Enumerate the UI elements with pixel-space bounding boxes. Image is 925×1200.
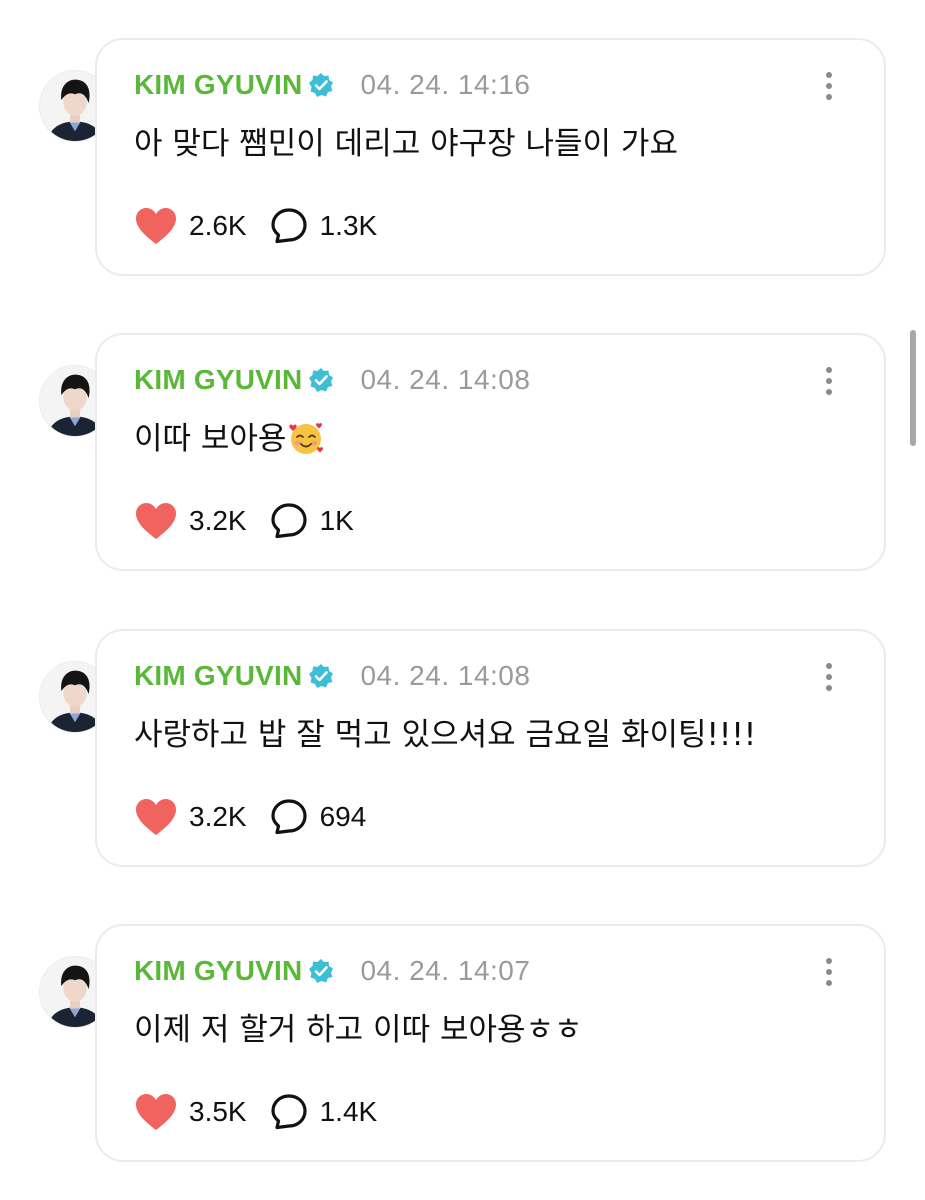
like-count: 3.5K bbox=[189, 1096, 247, 1127]
like-button[interactable]: 3.2K bbox=[134, 797, 247, 837]
post-text: 이제 저 할거 하고 이따 보아용ㅎㅎ bbox=[134, 1004, 583, 1049]
like-count: 2.6K bbox=[189, 210, 247, 241]
comment-count: 1.3K bbox=[319, 210, 378, 241]
post-stats: 3.2K 1K bbox=[134, 499, 354, 543]
post-item[interactable]: KIM GYUVIN 04. 24. 14:08 사랑하고 밥 잘 먹고 있으셔… bbox=[0, 629, 925, 867]
post-card[interactable]: KIM GYUVIN 04. 24. 14:08 사랑하고 밥 잘 먹고 있으셔… bbox=[95, 629, 886, 867]
author-name[interactable]: KIM GYUVIN bbox=[134, 955, 302, 987]
post-header: KIM GYUVIN 04. 24. 14:08 bbox=[134, 659, 530, 693]
post-feed: KIM GYUVIN 04. 24. 14:16 아 맞다 쨈민이 데리고 야구… bbox=[0, 0, 925, 1200]
post-item[interactable]: KIM GYUVIN 04. 24. 14:08 이따 보아용 3.2K 1K bbox=[0, 333, 925, 571]
author-name[interactable]: KIM GYUVIN bbox=[134, 364, 302, 396]
post-timestamp: 04. 24. 14:07 bbox=[360, 955, 531, 986]
comment-button[interactable]: 1K bbox=[269, 501, 354, 541]
comment-button[interactable]: 1.3K bbox=[269, 206, 378, 246]
more-options-button[interactable] bbox=[814, 68, 844, 104]
more-vertical-icon bbox=[826, 367, 832, 395]
post-item[interactable]: KIM GYUVIN 04. 24. 14:07 이제 저 할거 하고 이따 보… bbox=[0, 924, 925, 1162]
heart-icon bbox=[134, 1092, 178, 1132]
post-timestamp: 04. 24. 14:08 bbox=[360, 660, 531, 691]
comment-count: 1K bbox=[319, 505, 354, 536]
post-header: KIM GYUVIN 04. 24. 14:08 bbox=[134, 363, 530, 397]
heart-icon bbox=[134, 206, 178, 246]
post-text: 아 맞다 쨈민이 데리고 야구장 나들이 가요 bbox=[134, 118, 678, 163]
speech-bubble-icon bbox=[269, 501, 309, 541]
post-header: KIM GYUVIN 04. 24. 14:07 bbox=[134, 954, 530, 988]
verified-badge-icon bbox=[308, 72, 334, 98]
more-vertical-icon bbox=[826, 663, 832, 691]
heart-icon bbox=[134, 797, 178, 837]
verified-badge-icon bbox=[308, 367, 334, 393]
speech-bubble-icon bbox=[269, 206, 309, 246]
like-button[interactable]: 2.6K bbox=[134, 206, 247, 246]
post-text-content: 이제 저 할거 하고 이따 보아용ㅎㅎ bbox=[134, 1012, 583, 1048]
post-stats: 2.6K 1.3K bbox=[134, 204, 377, 248]
verified-badge-icon bbox=[308, 958, 334, 984]
like-button[interactable]: 3.5K bbox=[134, 1092, 247, 1132]
post-stats: 3.5K 1.4K bbox=[134, 1090, 377, 1134]
like-count: 3.2K bbox=[189, 801, 247, 832]
more-options-button[interactable] bbox=[814, 954, 844, 990]
post-text-content: 사랑하고 밥 잘 먹고 있으셔요 금요일 화이팅!!!! bbox=[134, 717, 757, 753]
post-text-content: 아 맞다 쨈민이 데리고 야구장 나들이 가요 bbox=[134, 126, 678, 162]
more-vertical-icon bbox=[826, 958, 832, 986]
like-button[interactable]: 3.2K bbox=[134, 501, 247, 541]
like-count: 3.2K bbox=[189, 505, 247, 536]
more-vertical-icon bbox=[826, 72, 832, 100]
comment-count: 1.4K bbox=[319, 1096, 378, 1127]
speech-bubble-icon bbox=[269, 1092, 309, 1132]
comment-button[interactable]: 694 bbox=[269, 797, 367, 837]
speech-bubble-icon bbox=[269, 797, 309, 837]
post-text: 사랑하고 밥 잘 먹고 있으셔요 금요일 화이팅!!!! bbox=[134, 709, 756, 754]
post-card[interactable]: KIM GYUVIN 04. 24. 14:08 이따 보아용 3.2K 1K bbox=[95, 333, 886, 571]
post-text: 이따 보아용 bbox=[134, 413, 325, 458]
post-item[interactable]: KIM GYUVIN 04. 24. 14:16 아 맞다 쨈민이 데리고 야구… bbox=[0, 38, 925, 276]
author-name[interactable]: KIM GYUVIN bbox=[134, 69, 302, 101]
post-card[interactable]: KIM GYUVIN 04. 24. 14:16 아 맞다 쨈민이 데리고 야구… bbox=[95, 38, 886, 276]
comment-count: 694 bbox=[319, 801, 367, 832]
smiling-face-with-hearts-emoji bbox=[287, 418, 325, 456]
post-timestamp: 04. 24. 14:16 bbox=[360, 69, 531, 100]
post-header: KIM GYUVIN 04. 24. 14:16 bbox=[134, 68, 530, 102]
verified-badge-icon bbox=[308, 663, 334, 689]
post-stats: 3.2K 694 bbox=[134, 795, 366, 839]
post-text-content: 이따 보아용 bbox=[134, 421, 287, 457]
more-options-button[interactable] bbox=[814, 363, 844, 399]
comment-button[interactable]: 1.4K bbox=[269, 1092, 378, 1132]
heart-icon bbox=[134, 501, 178, 541]
post-card[interactable]: KIM GYUVIN 04. 24. 14:07 이제 저 할거 하고 이따 보… bbox=[95, 924, 886, 1162]
post-timestamp: 04. 24. 14:08 bbox=[360, 364, 531, 395]
scrollbar-thumb[interactable] bbox=[910, 330, 916, 446]
author-name[interactable]: KIM GYUVIN bbox=[134, 660, 302, 692]
more-options-button[interactable] bbox=[814, 659, 844, 695]
